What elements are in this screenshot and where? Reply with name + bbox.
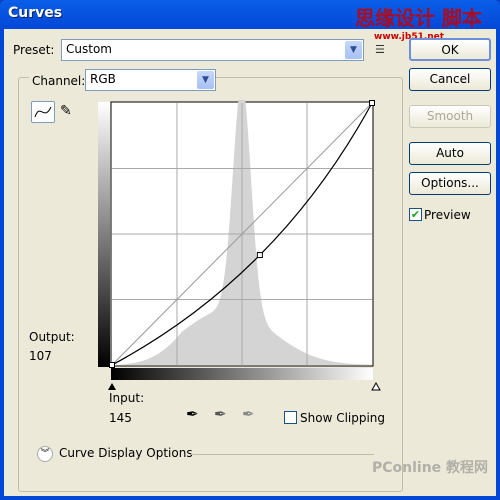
cancel-button[interactable]: Cancel	[409, 68, 491, 91]
curve-control-point[interactable]	[109, 362, 115, 368]
preview-label: Preview	[424, 208, 471, 222]
gray-eyedropper-icon[interactable]: ✒	[214, 405, 227, 423]
pencil-icon[interactable]: ✎	[60, 103, 72, 119]
preset-label: Preset:	[13, 43, 55, 57]
white-point-slider[interactable]	[371, 381, 381, 391]
preview-checkbox[interactable]: ✔	[409, 208, 422, 221]
auto-button[interactable]: Auto	[409, 142, 491, 165]
show-clipping-label: Show Clipping	[300, 411, 386, 425]
input-gradient-bar	[111, 368, 373, 380]
chevron-down-icon: ▼	[345, 41, 362, 59]
dialog-body: Preset: Custom ▼ ☰ www.jb51.net OK Cancel…	[4, 29, 496, 496]
black-point-slider[interactable]	[108, 383, 116, 390]
curve-icon	[34, 106, 52, 118]
preset-select[interactable]: Custom ▼	[61, 39, 364, 61]
divider	[191, 454, 374, 455]
curve-tool-button[interactable]	[31, 101, 55, 123]
channel-value: RGB	[90, 72, 116, 86]
preset-options-icon[interactable]: ☰	[375, 43, 385, 56]
curve-control-point[interactable]	[256, 252, 263, 259]
watermark-bottom: PConline 教程网	[372, 460, 489, 476]
show-clipping-checkbox[interactable]	[284, 411, 297, 424]
channel-select[interactable]: RGB ▼	[85, 69, 216, 91]
output-value: 107	[29, 349, 52, 363]
input-value: 145	[109, 411, 132, 425]
preset-value: Custom	[66, 42, 112, 56]
input-label: Input:	[109, 391, 145, 405]
options-button[interactable]: Options...	[409, 172, 491, 195]
smooth-button[interactable]: Smooth	[409, 105, 491, 128]
channel-label: Channel:	[29, 74, 89, 88]
curves-dialog: Curves 思缘设计 脚本之家 Preset: Custom▼ ☰ www.j…	[0, 0, 500, 500]
curve-graph[interactable]	[96, 100, 386, 400]
output-label: Output:	[29, 330, 75, 344]
curve-control-point[interactable]	[369, 100, 375, 106]
curve-display-options-label[interactable]: Curve Display Options	[59, 446, 193, 460]
output-gradient-bar	[98, 102, 110, 367]
ok-button[interactable]: OK	[409, 38, 491, 61]
black-eyedropper-icon[interactable]: ✒	[186, 405, 199, 423]
window-title: Curves	[8, 5, 63, 21]
expand-icon[interactable]: ︾	[37, 446, 53, 462]
white-eyedropper-icon[interactable]: ✒	[242, 405, 255, 423]
chevron-down-icon: ▼	[197, 71, 214, 89]
